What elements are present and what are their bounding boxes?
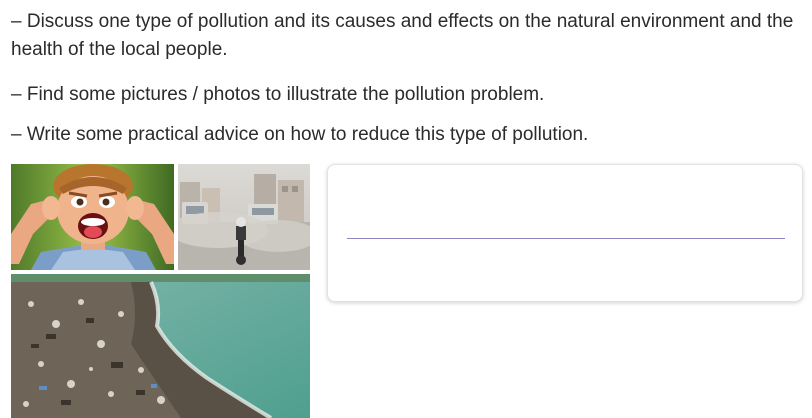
instruction-item: – Write some practical advice on how to …	[11, 124, 589, 145]
water-pollution-photo	[11, 274, 310, 418]
instruction-item: – Find some pictures / photos to illustr…	[11, 84, 545, 105]
instructions-list: – Discuss one type of pollution and its …	[11, 8, 807, 161]
noise-pollution-photo	[11, 164, 174, 270]
answer-box[interactable]	[327, 164, 803, 302]
instruction-item: – Discuss one type of pollution and its …	[11, 11, 794, 60]
air-pollution-photo	[178, 164, 310, 270]
answer-line	[347, 238, 785, 239]
